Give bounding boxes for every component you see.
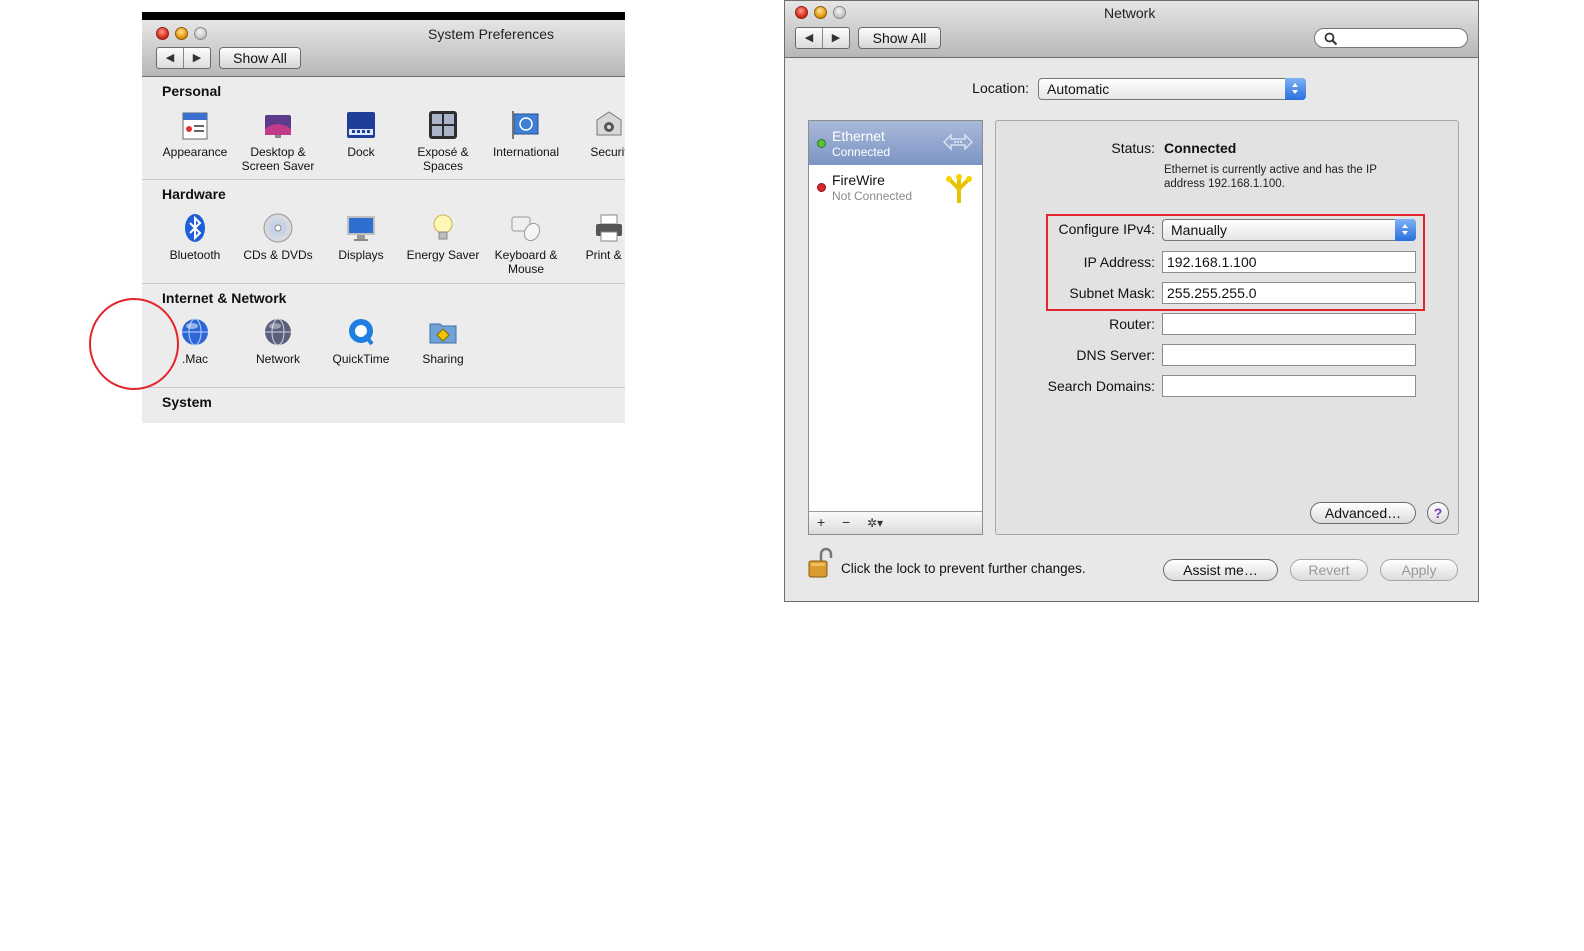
section-title: Hardware [162,186,226,202]
expose-icon [429,111,457,139]
revert-button[interactable]: Revert [1290,559,1368,581]
location-popup[interactable]: Automatic [1038,78,1306,100]
section-hardware: Hardware Bluetooth CDs & DVDs Displays E… [142,180,625,284]
window-title: System Preferences [428,26,555,42]
ethernet-arrows-icon [942,133,974,151]
help-button[interactable]: ? [1427,502,1449,524]
pref-international[interactable]: International [484,109,568,159]
pref-cds-dvds[interactable]: CDs & DVDs [236,212,320,262]
close-button[interactable] [795,6,808,19]
appearance-icon [182,112,208,140]
pref-quicktime[interactable]: QuickTime [319,316,403,366]
pref-displays[interactable]: Displays [319,212,403,262]
service-list-toolbar: + − ✲▾ [809,511,982,534]
lock-message: Click the lock to prevent further change… [841,561,1086,576]
zoom-button[interactable] [833,6,846,19]
router-input[interactable] [1162,313,1416,335]
mac-globe-icon [182,318,208,346]
pref-keyboard-mouse[interactable]: Keyboard & Mouse [484,212,568,276]
minimize-button[interactable] [814,6,827,19]
location-label: Location: [972,80,1029,96]
window-controls [795,6,846,19]
lock-icon[interactable] [807,546,835,580]
window-controls [156,27,207,40]
pref-print-fax[interactable]: Print & F [567,212,625,262]
window-title: Network [1104,5,1156,21]
search-icon [1324,32,1338,46]
close-button[interactable] [156,27,169,40]
back-forward-control: ◀ ▶ [156,47,211,69]
status-label: Status: [1111,140,1155,156]
status-dot-red [817,183,826,192]
popup-arrows-icon [1285,78,1306,100]
pref-bluetooth[interactable]: Bluetooth [153,212,237,262]
back-button[interactable]: ◀ [796,28,822,48]
zoom-button[interactable] [194,27,207,40]
pref-desktop-screen-saver[interactable]: Desktop & Screen Saver [236,109,320,173]
search-field[interactable] [1314,28,1468,48]
system-preferences-window: System Preferences ◀ ▶ Show All Personal… [142,12,625,423]
cd-icon [263,213,293,243]
network-toolbar: Network ◀ ▶ Show All [785,1,1478,58]
section-title: System [162,394,212,410]
pref-expose-spaces[interactable]: Exposé & Spaces [401,109,485,173]
quicktime-icon [349,319,374,346]
section-personal: Personal Appearance Desktop & Screen Sav… [142,77,625,180]
forward-button[interactable]: ▶ [183,48,210,68]
network-globe-icon [265,318,291,346]
pref-appearance[interactable]: Appearance [153,109,237,159]
pref-energy-saver[interactable]: Energy Saver [401,212,485,262]
router-label: Router: [1109,316,1155,332]
sharing-folder-icon [429,323,457,344]
show-all-button[interactable]: Show All [219,47,301,69]
back-button[interactable]: ◀ [157,48,183,68]
lightbulb-icon [433,214,453,240]
add-service-button[interactable]: + [817,514,825,530]
advanced-button[interactable]: Advanced… [1310,502,1416,524]
service-ethernet[interactable]: Ethernet Connected [809,121,982,165]
pref-dock[interactable]: Dock [319,109,403,159]
status-description: Ethernet is currently active and has the… [1164,164,1377,190]
keyboard-mouse-icon [511,216,541,242]
printer-icon [596,214,622,242]
desktop-icon [265,115,291,138]
bluetooth-icon [185,214,205,242]
display-icon [347,216,375,241]
pref-sharing[interactable]: Sharing [401,316,485,366]
pref-network[interactable]: Network [236,316,320,366]
action-gear-button[interactable]: ✲▾ [867,516,883,530]
status-value: Connected [1164,140,1237,156]
show-all-button[interactable]: Show All [858,27,941,49]
search-domains-input[interactable] [1162,375,1416,397]
back-forward-control: ◀ ▶ [795,27,850,49]
dns-server-input[interactable] [1162,344,1416,366]
dns-server-label: DNS Server: [1076,347,1155,363]
status-dot-green [817,139,826,148]
minimize-button[interactable] [175,27,188,40]
firewire-icon [946,174,972,203]
service-list: Ethernet Connected FireWire Not Connecte… [808,120,983,535]
international-icon [512,111,539,139]
forward-button[interactable]: ▶ [822,28,849,48]
dock-icon [347,112,375,138]
section-title: Personal [162,83,222,99]
network-window: Network ◀ ▶ Show All Location: Automatic… [784,0,1479,602]
network-highlight-circle [89,298,179,390]
security-icon [596,111,622,136]
assist-me-button[interactable]: Assist me… [1163,559,1278,581]
ip-settings-highlight-box [1046,214,1425,311]
service-firewire[interactable]: FireWire Not Connected [809,165,982,209]
search-domains-label: Search Domains: [1047,378,1155,394]
sysprefs-toolbar: System Preferences ◀ ▶ Show All [142,20,625,77]
apply-button[interactable]: Apply [1380,559,1458,581]
remove-service-button[interactable]: − [842,514,850,530]
pref-security[interactable]: Securit [567,109,625,159]
section-internet-network: Internet & Network .Mac Network QuickTim… [142,284,625,388]
section-system: System [142,388,625,423]
section-title: Internet & Network [162,290,287,306]
